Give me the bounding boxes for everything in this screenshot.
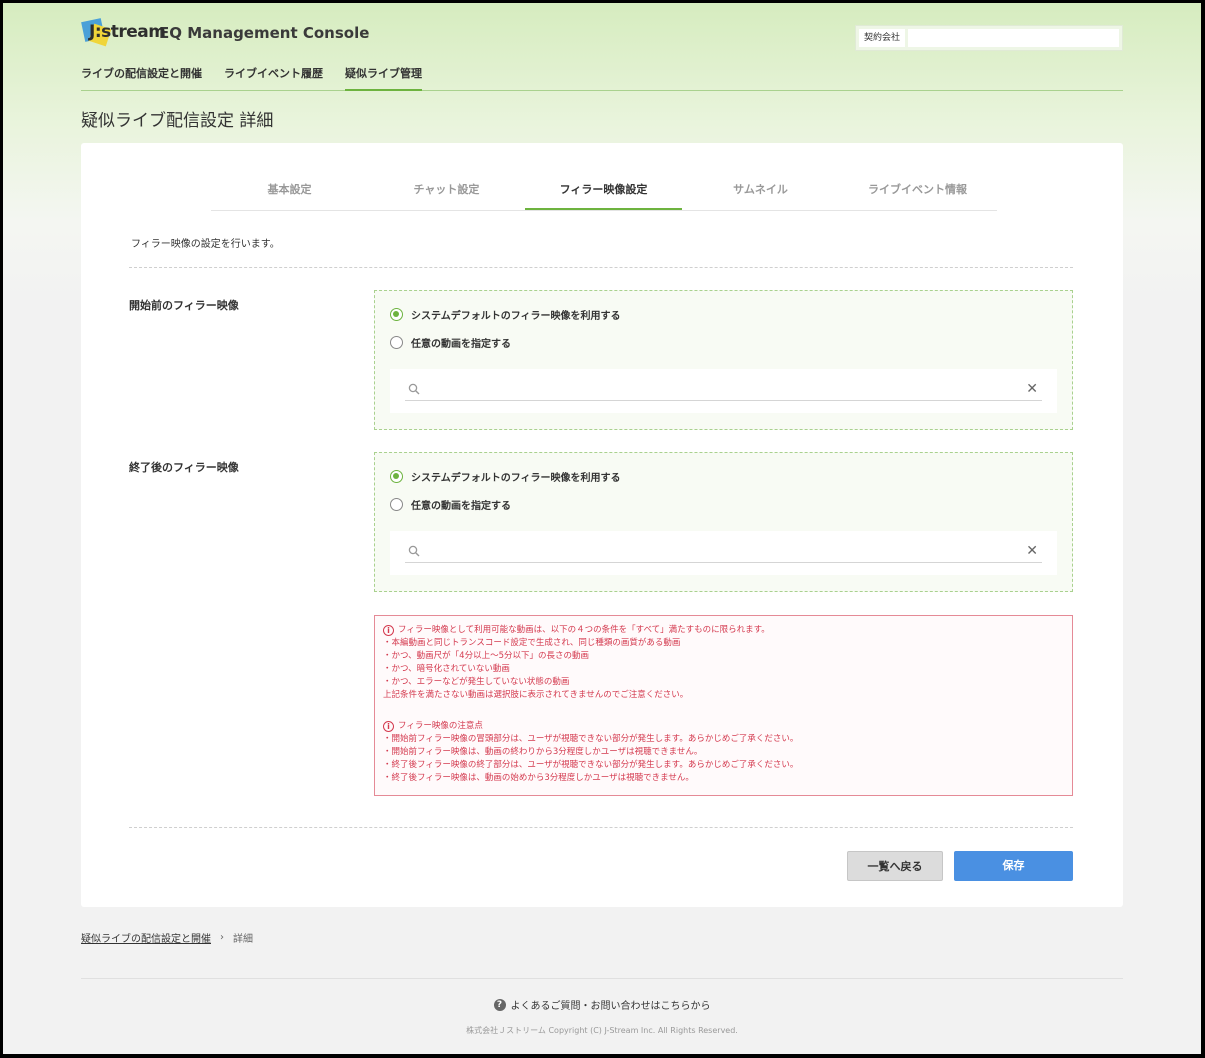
page-title: 疑似ライブ配信設定 詳細: [81, 111, 274, 131]
help-icon: ?: [493, 998, 506, 1011]
search-icon: [408, 545, 420, 557]
pre-filler-options: システムデフォルトのフィラー映像を利用する 任意の動画を指定する ✕: [374, 290, 1073, 430]
logo[interactable]: J:stream EQ Management Console: [81, 17, 369, 49]
clear-icon[interactable]: ✕: [1026, 382, 1038, 396]
tab-thumbnail[interactable]: サムネイル: [682, 169, 839, 210]
nav-item-live-settings[interactable]: ライブの配信設定と開催: [81, 59, 202, 91]
nav-item-pseudo-live[interactable]: 疑似ライブ管理: [345, 59, 422, 91]
app-title: EQ Management Console: [159, 24, 370, 42]
section-label-post: 終了後のフィラー映像: [129, 461, 239, 474]
notice-head-1: i フィラー映像として利用可能な動画は、以下の４つの条件を「すべて」満たすものに…: [383, 624, 1064, 637]
post-filler-options: システムデフォルトのフィラー映像を利用する 任意の動画を指定する ✕: [374, 452, 1073, 592]
radio-default-post[interactable]: [390, 470, 403, 483]
company-selector: 契約会社: [855, 25, 1123, 51]
section-label-pre: 開始前のフィラー映像: [129, 299, 239, 312]
video-search-post: ✕: [390, 531, 1057, 575]
radio-label: 任意の動画を指定する: [411, 501, 511, 512]
search-input-pre[interactable]: ✕: [405, 379, 1042, 401]
radio-custom-post[interactable]: [390, 498, 403, 511]
notice-line: ・かつ、動画尺が「4分以上～5分以下」の長さの動画: [383, 651, 589, 661]
intro-text: フィラー映像の設定を行います。: [131, 239, 280, 250]
radio-row-default-post[interactable]: システムデフォルトのフィラー映像を利用する: [390, 469, 621, 484]
chevron-right-icon: ›: [220, 932, 224, 943]
save-button[interactable]: 保存: [954, 851, 1073, 881]
divider: [129, 267, 1073, 268]
info-icon: i: [383, 721, 394, 732]
footer-help-text: よくあるご質問・お問い合わせはこちらから: [510, 1001, 711, 1012]
notice-line: ・開始前フィラー映像の冒頭部分は、ユーザが視聴できない部分が発生します。あらかじ…: [383, 734, 799, 744]
radio-custom-pre[interactable]: [390, 336, 403, 349]
copyright: 株式会社Ｊストリーム Copyright (C) J-Stream Inc. A…: [466, 1026, 738, 1035]
tab-live-event-info[interactable]: ライブイベント情報: [839, 169, 996, 210]
footer-help-link[interactable]: ? よくあるご質問・お問い合わせはこちらから: [3, 997, 1201, 1012]
company-input[interactable]: [908, 29, 1119, 47]
filler-notice: i フィラー映像として利用可能な動画は、以下の４つの条件を「すべて」満たすものに…: [374, 615, 1073, 796]
clear-icon[interactable]: ✕: [1026, 544, 1038, 558]
radio-label: 任意の動画を指定する: [411, 339, 511, 350]
notice-line: ・終了後フィラー映像は、動画の始めから3分程度しかユーザは視聴できません。: [383, 773, 694, 783]
jstream-logo: J:stream: [81, 18, 166, 48]
settings-card: 基本設定 チャット設定 フィラー映像設定 サムネイル ライブイベント情報 フィラ…: [81, 143, 1123, 907]
info-icon: i: [383, 625, 394, 636]
breadcrumb-parent-link[interactable]: 疑似ライブの配信設定と開催: [81, 930, 211, 945]
divider: [129, 827, 1073, 828]
notice-line: ・かつ、エラーなどが発生していない状態の動画: [383, 677, 570, 687]
tab-bar: 基本設定 チャット設定 フィラー映像設定 サムネイル ライブイベント情報: [211, 169, 997, 211]
radio-row-custom-pre[interactable]: 任意の動画を指定する: [390, 335, 511, 350]
notice-head-2: i フィラー映像の注意点: [383, 720, 1064, 733]
logo-text: J:stream: [89, 22, 166, 42]
page-frame: J:stream EQ Management Console 契約会社 ライブの…: [3, 3, 1201, 1054]
radio-default-pre[interactable]: [390, 308, 403, 321]
notice-line: 上記条件を満たさない動画は選択肢に表示されてきませんのでご注意ください。: [383, 690, 689, 700]
radio-label: システムデフォルトのフィラー映像を利用する: [411, 473, 621, 484]
notice-line: ・開始前フィラー映像は、動画の終わりから3分程度しかユーザは視聴できません。: [383, 747, 703, 757]
tab-chat-settings[interactable]: チャット設定: [368, 169, 525, 210]
notice-line: ・かつ、暗号化されていない動画: [383, 664, 510, 674]
tab-filler-settings[interactable]: フィラー映像設定: [525, 169, 682, 210]
radio-row-custom-post[interactable]: 任意の動画を指定する: [390, 497, 511, 512]
company-label: 契約会社: [859, 29, 906, 47]
notice-line: ・終了後フィラー映像の終了部分は、ユーザが視聴できない部分が発生します。あらかじ…: [383, 760, 799, 770]
notice-heading: フィラー映像の注意点: [398, 721, 483, 731]
search-input-post[interactable]: ✕: [405, 541, 1042, 563]
search-icon: [408, 383, 420, 395]
breadcrumb-current: 詳細: [233, 934, 253, 945]
nav-item-live-history[interactable]: ライブイベント履歴: [224, 59, 323, 91]
radio-row-default-pre[interactable]: システムデフォルトのフィラー映像を利用する: [390, 307, 621, 322]
notice-line: ・本編動画と同じトランスコード設定で生成され、同じ種類の画質がある動画: [383, 638, 681, 648]
main-nav: ライブの配信設定と開催 ライブイベント履歴 疑似ライブ管理: [81, 59, 444, 91]
back-to-list-button[interactable]: 一覧へ戻る: [847, 851, 943, 881]
breadcrumb: 疑似ライブの配信設定と開催 › 詳細: [81, 930, 253, 945]
header: J:stream EQ Management Console 契約会社 ライブの…: [81, 17, 1123, 91]
radio-label: システムデフォルトのフィラー映像を利用する: [411, 311, 621, 322]
footer-divider: [81, 978, 1123, 979]
video-search-pre: ✕: [390, 369, 1057, 413]
notice-heading: フィラー映像として利用可能な動画は、以下の４つの条件を「すべて」満たすものに限ら…: [398, 625, 770, 635]
tab-basic-settings[interactable]: 基本設定: [211, 169, 368, 210]
